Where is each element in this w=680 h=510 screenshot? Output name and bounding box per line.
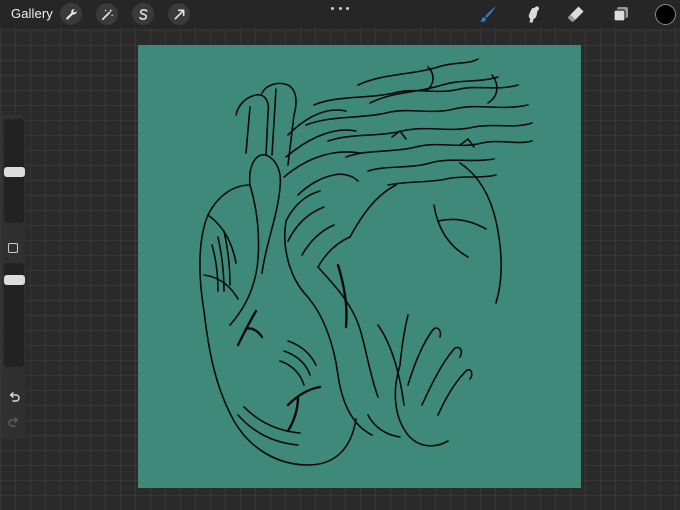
left-sidebar (1, 115, 25, 439)
transform-arrow-icon (174, 9, 184, 19)
selection-s-icon (138, 8, 148, 20)
brush-icon (480, 6, 496, 22)
eraser-icon (568, 6, 584, 22)
drawing-canvas[interactable] (138, 45, 581, 488)
more-options-button[interactable] (331, 1, 349, 15)
transform-button[interactable] (168, 3, 190, 25)
ellipsis-dot (346, 6, 349, 10)
opacity-slider-thumb[interactable] (4, 275, 25, 285)
undo-icon (9, 392, 20, 402)
magic-wand-icon (101, 8, 113, 20)
selection-button[interactable] (132, 3, 154, 25)
smudge-icon (528, 6, 539, 23)
brush-tool-button[interactable] (477, 3, 499, 25)
redo-button[interactable] (7, 416, 21, 430)
actions-button[interactable] (60, 3, 82, 25)
line-art-heart-with-hands-icon (199, 58, 533, 466)
top-toolbar: Gallery (0, 0, 680, 28)
ellipsis-dot (338, 6, 342, 10)
ellipsis-dot (331, 6, 334, 10)
wrench-icon (65, 8, 77, 20)
brush-size-slider[interactable] (4, 119, 25, 223)
adjustments-button[interactable] (96, 3, 118, 25)
layers-button[interactable] (610, 3, 632, 25)
redo-icon (8, 417, 19, 427)
gallery-button[interactable]: Gallery (11, 6, 53, 21)
layers-icon (613, 7, 628, 22)
color-picker-button[interactable] (655, 4, 676, 25)
brush-size-slider-thumb[interactable] (4, 167, 25, 177)
square-modify-icon[interactable] (8, 243, 18, 253)
smudge-tool-button[interactable] (522, 3, 544, 25)
opacity-slider[interactable] (4, 263, 25, 367)
eraser-tool-button[interactable] (565, 3, 587, 25)
undo-button[interactable] (7, 391, 21, 405)
